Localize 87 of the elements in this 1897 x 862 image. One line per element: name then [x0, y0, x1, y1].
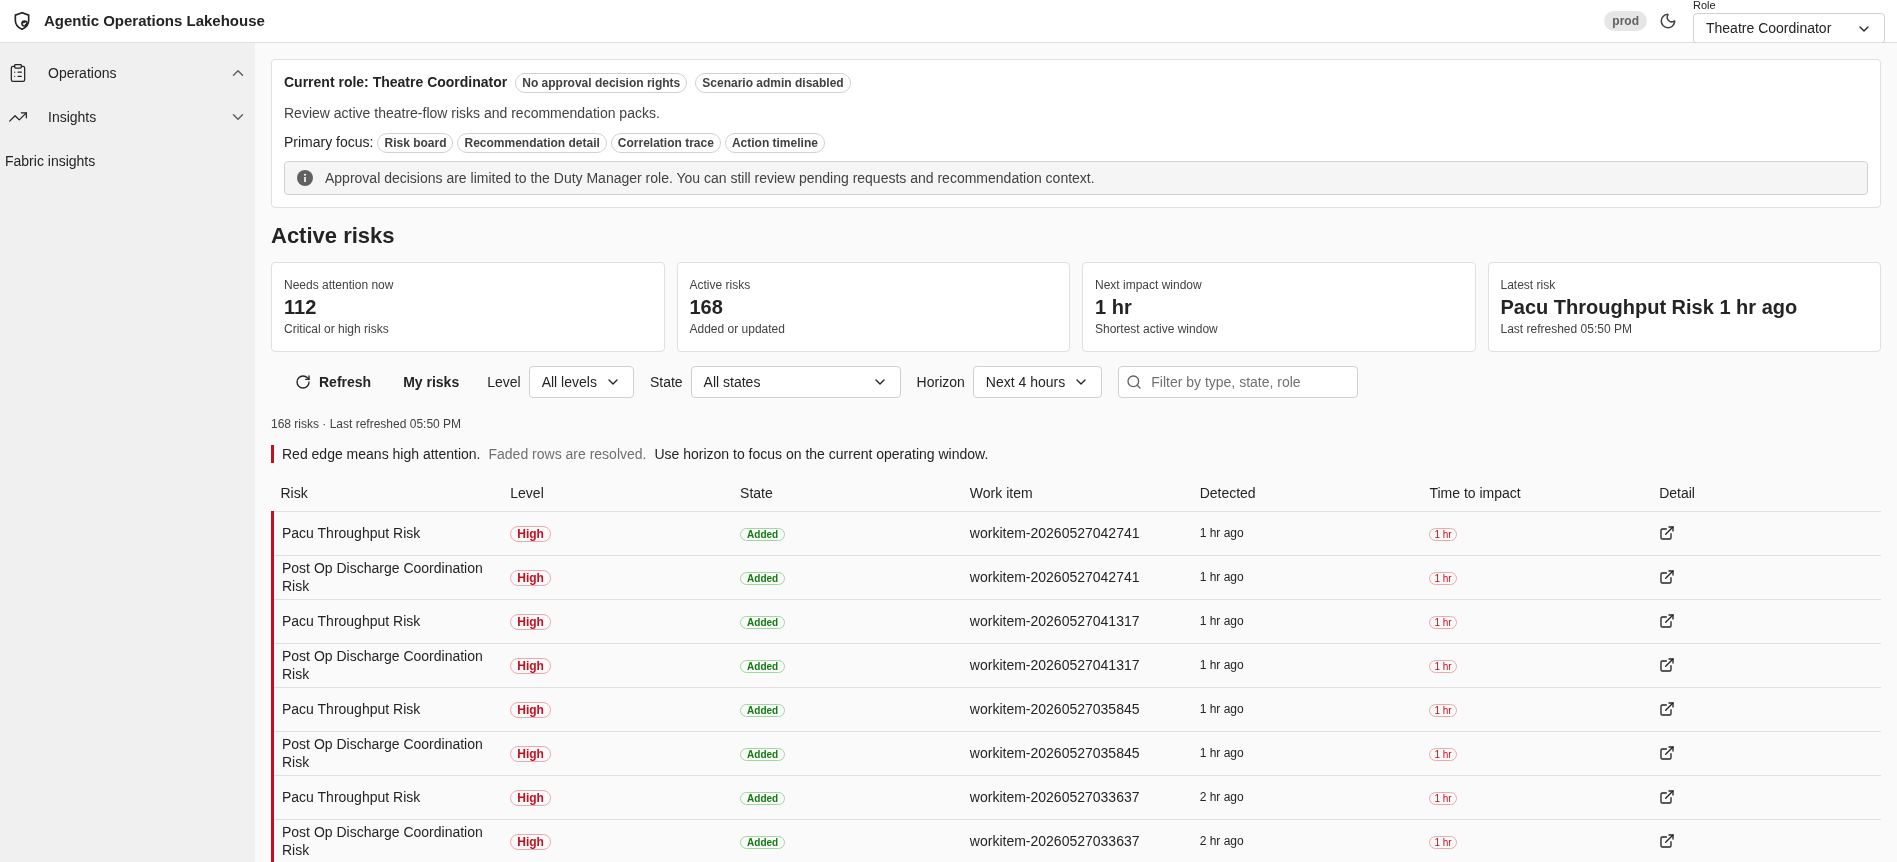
- result-summary: 168 risks · Last refreshed 05:50 PM: [271, 416, 463, 433]
- role-label: Role: [1693, 0, 1717, 11]
- open-detail-icon[interactable]: [1659, 657, 1676, 673]
- table-cell: Post Op Discharge Coordination Risk: [272, 555, 503, 599]
- kpi-note: Critical or high risks: [284, 321, 390, 338]
- refresh-button[interactable]: Refresh: [287, 366, 380, 398]
- sidebar-group[interactable]: Insights: [0, 95, 255, 139]
- table-cell: 1 hr ago: [1191, 643, 1422, 687]
- table-cell: Pacu Throughput Risk: [272, 687, 503, 731]
- kpi-note: Shortest active window: [1095, 321, 1219, 338]
- open-detail-icon[interactable]: [1659, 525, 1676, 541]
- shield-check-icon: [12, 11, 32, 31]
- role-badge: Scenario admin disabled: [695, 72, 851, 93]
- table-cell: Post Op Discharge Coordination Risk: [272, 819, 503, 862]
- focus-tag: Action timeline: [724, 132, 825, 153]
- search-field[interactable]: Filter by type, state, role: [1118, 366, 1359, 398]
- search-icon: [1126, 374, 1143, 390]
- role-badge: No approval decision rights: [515, 72, 688, 93]
- open-detail-icon[interactable]: [1659, 701, 1676, 717]
- sidebar-group[interactable]: Operations: [0, 51, 255, 95]
- table-cell: workitem-20260527033637: [961, 819, 1192, 862]
- table-cell: Post Op Discharge Coordination Risk: [272, 643, 503, 687]
- kpi-value: 112: [284, 295, 318, 320]
- table-cell: 2 hr ago: [1191, 775, 1422, 819]
- table-cell: Pacu Throughput Risk: [272, 511, 503, 555]
- filter-dropdown[interactable]: Next 4 hours: [972, 366, 1103, 398]
- theme-toggle-icon[interactable]: [1659, 12, 1677, 30]
- kpi-note: Last refreshed 05:50 PM: [1500, 321, 1633, 338]
- focus-tag: Correlation trace: [610, 132, 721, 153]
- column-header: Risk: [272, 477, 503, 511]
- sidebar-link[interactable]: Fabric insights: [0, 139, 255, 184]
- table-cell: 1 hr ago: [1191, 731, 1422, 775]
- column-header: Detected: [1191, 477, 1422, 511]
- column-header: Level: [502, 477, 733, 511]
- section-heading: Active risks: [271, 222, 396, 250]
- environment-badge: prod: [1604, 11, 1647, 31]
- role-description: Review active theatre-flow risks and recommendation packs.: [284, 104, 661, 123]
- legend-text: Use horizon to focus on the current operating window.: [654, 445, 989, 463]
- focus-tag: Recommendation detail: [457, 132, 607, 153]
- filter-label: Horizon: [916, 372, 965, 392]
- table-cell: workitem-20260527035845: [961, 731, 1192, 775]
- kpi-label: Next impact window: [1095, 277, 1203, 294]
- role-title: Current role: Theatre Coordinator: [284, 73, 508, 92]
- table-cell: Post Op Discharge Coordination Risk: [272, 731, 503, 775]
- column-header: Detail: [1651, 477, 1881, 511]
- open-detail-icon[interactable]: [1659, 569, 1676, 585]
- open-detail-icon[interactable]: [1659, 789, 1676, 805]
- table-cell: Pacu Throughput Risk: [272, 599, 503, 643]
- filter-dropdown[interactable]: All states: [690, 366, 901, 398]
- clipboard-icon: [8, 63, 28, 83]
- open-detail-icon[interactable]: [1659, 745, 1676, 761]
- focus-tag: Risk board: [377, 132, 454, 153]
- table-cell: workitem-20260527041317: [961, 599, 1192, 643]
- table-cell: workitem-20260527042741: [961, 511, 1192, 555]
- kpi-value: 1 hr: [1095, 295, 1133, 320]
- filter-dropdown[interactable]: All levels: [528, 366, 634, 398]
- kpi-label: Latest risk: [1500, 277, 1557, 294]
- legend-text: Red edge means high attention.: [282, 445, 481, 463]
- table-cell: 1 hr ago: [1191, 599, 1422, 643]
- table-cell: 1 hr ago: [1191, 555, 1422, 599]
- column-header: State: [732, 477, 962, 511]
- table-cell: Pacu Throughput Risk: [272, 775, 503, 819]
- open-detail-icon[interactable]: [1659, 833, 1676, 849]
- table-cell: 2 hr ago: [1191, 819, 1422, 862]
- kpi-value: Pacu Throughput Risk 1 hr ago: [1500, 295, 1799, 320]
- info-icon: [297, 170, 313, 186]
- filter-label: State: [649, 372, 683, 392]
- my-risks-button[interactable]: My risks: [391, 366, 472, 398]
- info-message: Approval decisions are limited to the Duty Manager role. You can still review pending requests and recommendation context.: [325, 168, 1095, 188]
- refresh-icon: [295, 374, 311, 390]
- column-header: Time to impact: [1421, 477, 1652, 511]
- filter-label: Level: [487, 372, 521, 392]
- table-cell: 1 hr ago: [1191, 511, 1422, 555]
- open-detail-icon[interactable]: [1659, 613, 1676, 629]
- kpi-note: Added or updated: [689, 321, 786, 338]
- kpi-value: 168: [689, 295, 724, 320]
- table-cell: workitem-20260527035845: [961, 687, 1192, 731]
- app-title: Agentic Operations Lakehouse: [44, 10, 265, 31]
- focus-label: Primary focus:: [284, 133, 374, 152]
- table-cell: workitem-20260527041317: [961, 643, 1192, 687]
- table-cell: 1 hr ago: [1191, 687, 1422, 731]
- kpi-label: Active risks: [689, 277, 752, 294]
- column-header: Work item: [961, 477, 1192, 511]
- table-cell: workitem-20260527042741: [961, 555, 1192, 599]
- legend-text: Faded rows are resolved.: [488, 445, 647, 463]
- kpi-label: Needs attention now: [284, 277, 395, 294]
- table-cell: workitem-20260527033637: [961, 775, 1192, 819]
